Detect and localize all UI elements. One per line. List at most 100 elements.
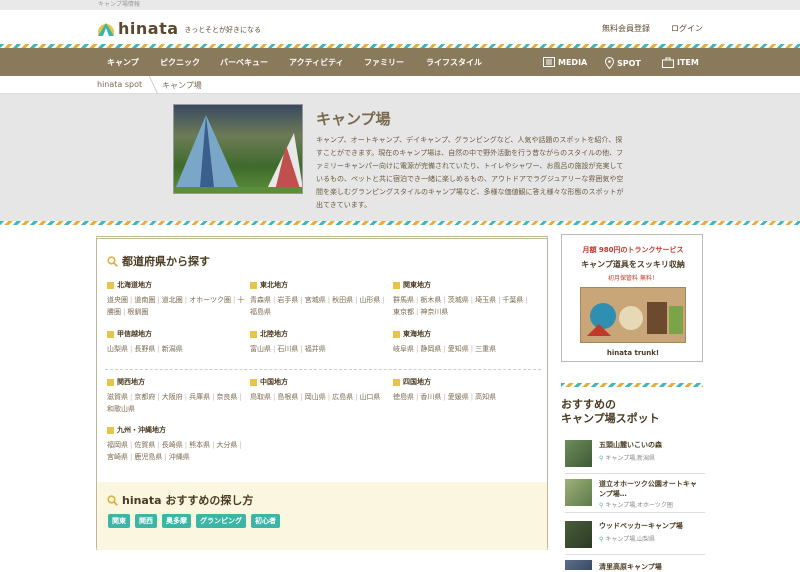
nav-item-label: ITEM (677, 58, 699, 67)
pref-link[interactable]: 茨城県 (448, 296, 475, 304)
tent-scene-image (174, 115, 302, 193)
pref-link[interactable]: 鳥取県 (250, 393, 277, 401)
prefecture-title-text: 都道府県から探す (122, 255, 210, 268)
bag-icon (662, 57, 674, 68)
region-name: 北陸地方 (250, 329, 390, 339)
pref-link[interactable]: 兵庫県 (189, 393, 216, 401)
pref-link[interactable]: 静岡県 (420, 345, 447, 353)
pref-list: 青森県岩手県宮城県秋田県山形県福島県 (250, 294, 390, 318)
nav-item-activity[interactable]: アクティビティ (289, 57, 344, 68)
prefecture-section-title: 都道府県から探す (107, 253, 210, 269)
region-hokkaido: 北海道地方 道央圏道南圏道北圏オホーツク圏十勝圏根釧圏 (107, 280, 247, 318)
pref-link[interactable]: 滋賀県 (107, 393, 134, 401)
pref-link[interactable]: オホーツク圏 (189, 296, 237, 304)
pref-link[interactable]: 道南圏 (134, 296, 161, 304)
site-logo[interactable]: hinata きっとそとが好きになる (97, 19, 261, 38)
breadcrumb-home[interactable]: hinata spot (97, 80, 142, 89)
nav-media[interactable]: MEDIA (543, 57, 587, 67)
nav-item-bbq[interactable]: バーベキュー (220, 57, 268, 68)
pref-link[interactable]: 根釧圏 (127, 308, 152, 316)
region-name: 甲信越地方 (107, 329, 247, 339)
nav-item-picnic[interactable]: ピクニック (160, 57, 200, 68)
spot-location: ⚲ キャンプ場,新潟県 (599, 453, 655, 462)
pref-link[interactable]: 徳島県 (393, 393, 420, 401)
pref-link[interactable]: 埼玉県 (475, 296, 502, 304)
nav-item-camp[interactable]: キャンプ (107, 57, 139, 68)
pref-link[interactable]: 岐阜県 (393, 345, 420, 353)
search-icon (107, 494, 118, 506)
pref-link[interactable]: 東京都 (393, 308, 420, 316)
spot-item[interactable]: 道立オホーツク公園オートキャンプ場… ⚲ キャンプ場,オホーツク圏 (565, 479, 705, 513)
pref-link[interactable]: 岡山県 (305, 393, 332, 401)
pref-link[interactable]: 岩手県 (277, 296, 304, 304)
region-name-text: 北陸地方 (260, 330, 288, 338)
logo-text: hinata (118, 19, 179, 38)
pref-link[interactable]: 香川県 (420, 393, 447, 401)
hero-image-tents (173, 104, 303, 194)
pref-link[interactable]: 群馬県 (393, 296, 420, 304)
pref-link[interactable]: 千葉県 (502, 296, 529, 304)
pref-link[interactable]: 青森県 (250, 296, 277, 304)
pref-link[interactable]: 奈良県 (216, 393, 243, 401)
pref-link[interactable]: 秋田県 (332, 296, 359, 304)
trunk-service-ad[interactable]: 月額 980円のトランクサービス キャンプ道具をスッキリ収納 初月保管料 無料！… (561, 234, 703, 362)
pref-link[interactable]: 京都府 (134, 393, 161, 401)
sidebar-stripe (561, 383, 703, 387)
tag-button[interactable]: 関西 (135, 514, 157, 528)
pref-link[interactable]: 道北圏 (162, 296, 189, 304)
pref-link[interactable]: 島根県 (277, 393, 304, 401)
pref-link[interactable]: 栃木県 (420, 296, 447, 304)
region-name-text: 関東地方 (403, 281, 431, 289)
login-link[interactable]: ログイン (671, 23, 703, 34)
hero-section: キャンプ場 キャンプ、オートキャンプ、デイキャンプ、グランピングなど、人気や話題… (0, 94, 800, 221)
pref-link[interactable]: 大阪府 (162, 393, 189, 401)
spot-item[interactable]: ウッドペッカーキャンプ場 ⚲ キャンプ場,山梨県 (565, 521, 705, 555)
nav-spot[interactable]: SPOT (605, 57, 641, 69)
pref-link[interactable]: 長野県 (134, 345, 161, 353)
recommend-title-text: hinata おすすめの探し方 (122, 494, 254, 507)
pref-list: 群馬県栃木県茨城県埼玉県千葉県東京都神奈川県 (393, 294, 533, 318)
tag-button[interactable]: 初心者 (251, 514, 280, 528)
nav-item-lifestyle[interactable]: ライフスタイル (426, 57, 482, 68)
tag-button[interactable]: グランピング (196, 514, 246, 528)
pref-link[interactable]: 沖縄県 (169, 453, 194, 461)
pref-link[interactable]: 宮崎県 (107, 453, 134, 461)
signup-link[interactable]: 無料会員登録 (602, 23, 650, 34)
top-utility-bar: キャンプ場情報 (0, 0, 800, 10)
nav-item-family[interactable]: ファミリー (364, 57, 404, 68)
pref-link[interactable]: 福島県 (250, 308, 275, 316)
pref-link[interactable]: 広島県 (332, 393, 359, 401)
region-shikoku: 四国地方 徳島県香川県愛媛県高知県 (393, 377, 533, 403)
pref-link[interactable]: 高知県 (475, 393, 500, 401)
spot-item[interactable]: 清里高原キャンプ場 (565, 560, 705, 571)
pref-link[interactable]: 道央圏 (107, 296, 134, 304)
spot-item[interactable]: 五頭山麓いこいの森 ⚲ キャンプ場,新潟県 (565, 440, 705, 474)
pref-link[interactable]: 神奈川県 (420, 308, 452, 316)
tag-button[interactable]: 奥多摩 (162, 514, 191, 528)
pref-link[interactable]: 佐賀県 (134, 441, 161, 449)
pref-link[interactable]: 三重県 (475, 345, 500, 353)
page-title: キャンプ場 (316, 110, 391, 128)
pref-link[interactable]: 大分県 (216, 441, 243, 449)
pref-link[interactable]: 和歌山県 (107, 405, 139, 413)
pref-link[interactable]: 山梨県 (107, 345, 134, 353)
tag-button[interactable]: 関東 (108, 514, 130, 528)
breadcrumb: hinata spot キャンプ場 (0, 76, 800, 94)
pref-link[interactable]: 鹿児島県 (134, 453, 168, 461)
pref-link[interactable]: 石川県 (277, 345, 304, 353)
pref-link[interactable]: 愛知県 (448, 345, 475, 353)
sidebar-title-line1: おすすめの (561, 398, 616, 411)
region-kansai: 関西地方 滋賀県京都府大阪府兵庫県奈良県和歌山県 (107, 377, 247, 415)
pref-link[interactable]: 山形県 (359, 296, 386, 304)
pref-link[interactable]: 熊本県 (189, 441, 216, 449)
pref-link[interactable]: 宮城県 (305, 296, 332, 304)
nav-item[interactable]: ITEM (662, 57, 699, 68)
pref-link[interactable]: 長崎県 (162, 441, 189, 449)
pref-link[interactable]: 山口県 (359, 393, 384, 401)
pref-link[interactable]: 新潟県 (162, 345, 187, 353)
pref-link[interactable]: 富山県 (250, 345, 277, 353)
pref-link[interactable]: 福井県 (305, 345, 330, 353)
tagline: きっとそとが好きになる (184, 26, 262, 34)
pref-link[interactable]: 福岡県 (107, 441, 134, 449)
pref-link[interactable]: 愛媛県 (448, 393, 475, 401)
